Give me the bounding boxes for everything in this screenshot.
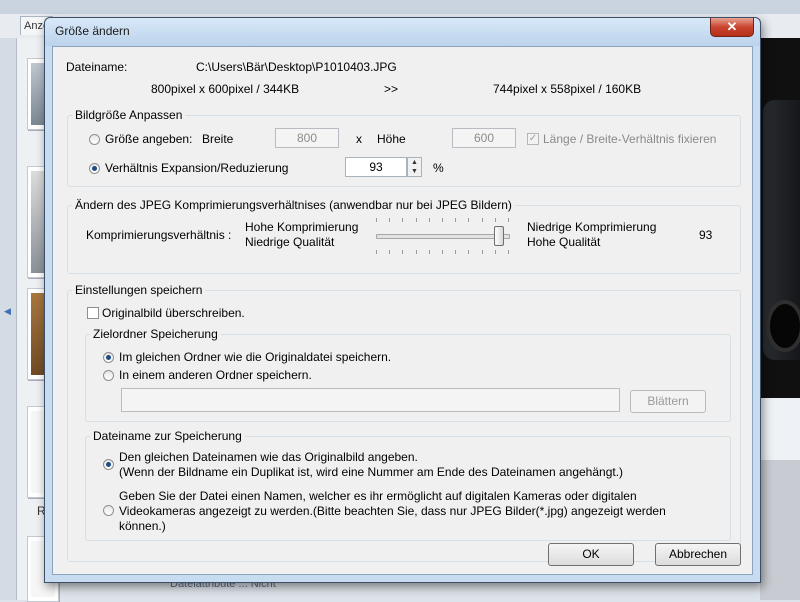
slider-tick: [481, 250, 483, 254]
same-folder-label[interactable]: Im gleichen Ordner wie die Originaldatei…: [119, 350, 391, 364]
slider-tick: [415, 218, 417, 222]
folder-path-input[interactable]: [121, 388, 620, 412]
slider-tick: [428, 218, 430, 222]
width-label: Breite: [202, 132, 234, 146]
close-button[interactable]: ✕: [710, 18, 754, 37]
slider-tick: [402, 218, 404, 222]
height-input[interactable]: 600: [452, 128, 516, 148]
low-quality-label: Niedrige Qualität: [245, 235, 335, 249]
slider-tick: [389, 218, 391, 222]
filename-label: Dateiname:: [66, 60, 128, 74]
resize-dialog: Größe ändern ✕ Dateiname: C:\Users\Bär\D…: [44, 17, 761, 583]
app-right-gray-area: [760, 460, 800, 600]
resize-group: Bildgröße Anpassen Größe angeben: Breite…: [67, 108, 741, 187]
jpeg-group-legend: Ändern des JPEG Komprimierungsverhältnis…: [72, 198, 515, 212]
percent-sign: %: [433, 161, 444, 175]
slider-tick: [455, 250, 457, 254]
compression-slider[interactable]: [374, 216, 514, 256]
high-quality-label: Hohe Qualität: [527, 235, 601, 249]
width-input[interactable]: 800: [275, 128, 339, 148]
ratio-option-label[interactable]: Verhältnis Expansion/Reduzierung: [105, 161, 288, 175]
dialog-title: Größe ändern: [55, 24, 130, 38]
panel-collapse-arrow-icon[interactable]: ◀: [4, 306, 11, 317]
save-settings-group: Einstellungen speichern Originalbild übe…: [67, 283, 741, 562]
times-sign: x: [356, 132, 362, 146]
camera-name-label-1[interactable]: Geben Sie der Datei einen Namen, welcher…: [119, 489, 637, 503]
keep-ratio-label[interactable]: Länge / Breite-Verhältnis fixieren: [543, 132, 716, 146]
size-option-radio[interactable]: [89, 134, 100, 145]
compression-ratio-label: Komprimierungsverhältnis :: [86, 228, 232, 242]
slider-tick: [442, 218, 443, 222]
filename-save-legend: Dateiname zur Speicherung: [90, 429, 245, 443]
jpeg-group: Ändern des JPEG Komprimierungsverhältnis…: [67, 198, 741, 274]
overwrite-label[interactable]: Originalbild überschreiben.: [102, 306, 245, 320]
target-folder-legend: Zielordner Speicherung: [90, 327, 221, 341]
compression-value: 93: [699, 228, 713, 242]
same-name-label[interactable]: Den gleichen Dateinamen wie das Original…: [119, 450, 418, 464]
new-size: 744pixel x 558pixel / 160KB: [493, 82, 642, 96]
slider-tick: [389, 250, 391, 254]
same-name-note: (Wenn der Bildname ein Duplikat ist, wir…: [119, 465, 624, 479]
slider-tick: [494, 250, 496, 254]
app-left-panel-strip[interactable]: [0, 38, 17, 600]
close-icon: ✕: [726, 19, 738, 34]
low-compression-label: Niedrige Komprimierung: [527, 220, 657, 234]
save-settings-legend: Einstellungen speichern: [72, 283, 206, 297]
keep-ratio-checkbox[interactable]: ✓: [527, 133, 539, 145]
ratio-option-radio[interactable]: [89, 163, 100, 174]
camera-name-radio[interactable]: [103, 505, 114, 516]
slider-tick: [494, 218, 496, 222]
ok-button[interactable]: OK: [548, 543, 634, 566]
same-name-radio[interactable]: [103, 459, 114, 470]
size-arrow: >>: [384, 82, 399, 96]
slider-tick: [376, 250, 377, 254]
high-compression-label: Hohe Komprimierung: [245, 220, 359, 234]
spin-down-icon[interactable]: ▼: [408, 167, 421, 176]
other-folder-radio[interactable]: [103, 370, 114, 381]
ratio-input[interactable]: 93: [345, 157, 407, 177]
camera-name-label-2[interactable]: Videokameras angezeigt zu werden.(Bitte …: [119, 504, 666, 518]
original-size: 800pixel x 600pixel / 344KB: [151, 82, 300, 96]
dialog-titlebar[interactable]: Größe ändern ✕: [45, 18, 760, 46]
overwrite-checkbox[interactable]: [87, 307, 99, 319]
slider-tick: [402, 250, 404, 254]
filename-value: C:\Users\Bär\Desktop\P1010403.JPG: [196, 60, 397, 74]
slider-tick: [376, 218, 377, 222]
height-label: Höhe: [377, 132, 406, 146]
target-folder-group: Zielordner Speicherung Im gleichen Ordne…: [85, 327, 731, 422]
slider-tick: [468, 218, 470, 222]
same-folder-radio[interactable]: [103, 352, 114, 363]
resize-group-legend: Bildgröße Anpassen: [72, 108, 186, 122]
slider-tick: [428, 250, 430, 254]
size-option-label[interactable]: Größe angeben:: [105, 132, 192, 146]
slider-tick: [442, 250, 443, 254]
slider-track[interactable]: [376, 234, 510, 239]
slider-tick: [508, 250, 509, 254]
ratio-spinner[interactable]: ▲ ▼: [407, 157, 422, 177]
preview-frame: [758, 38, 800, 398]
slider-tick: [508, 218, 509, 222]
app-titlebar: [0, 0, 800, 14]
spin-up-icon[interactable]: ▲: [408, 158, 421, 167]
dialog-client-area: Dateiname: C:\Users\Bär\Desktop\P1010403…: [52, 46, 753, 575]
slider-tick: [481, 218, 483, 222]
cancel-button[interactable]: Abbrechen: [655, 543, 741, 566]
slider-tick: [415, 250, 417, 254]
filename-save-group: Dateiname zur Speicherung Den gleichen D…: [85, 429, 731, 541]
slider-thumb[interactable]: [493, 226, 504, 246]
camera-name-label-3[interactable]: können.): [119, 519, 166, 533]
slider-tick: [468, 250, 470, 254]
browse-button[interactable]: Blättern: [630, 390, 706, 413]
other-folder-label[interactable]: In einem anderen Ordner speichern.: [119, 368, 312, 382]
slider-tick: [455, 218, 457, 222]
